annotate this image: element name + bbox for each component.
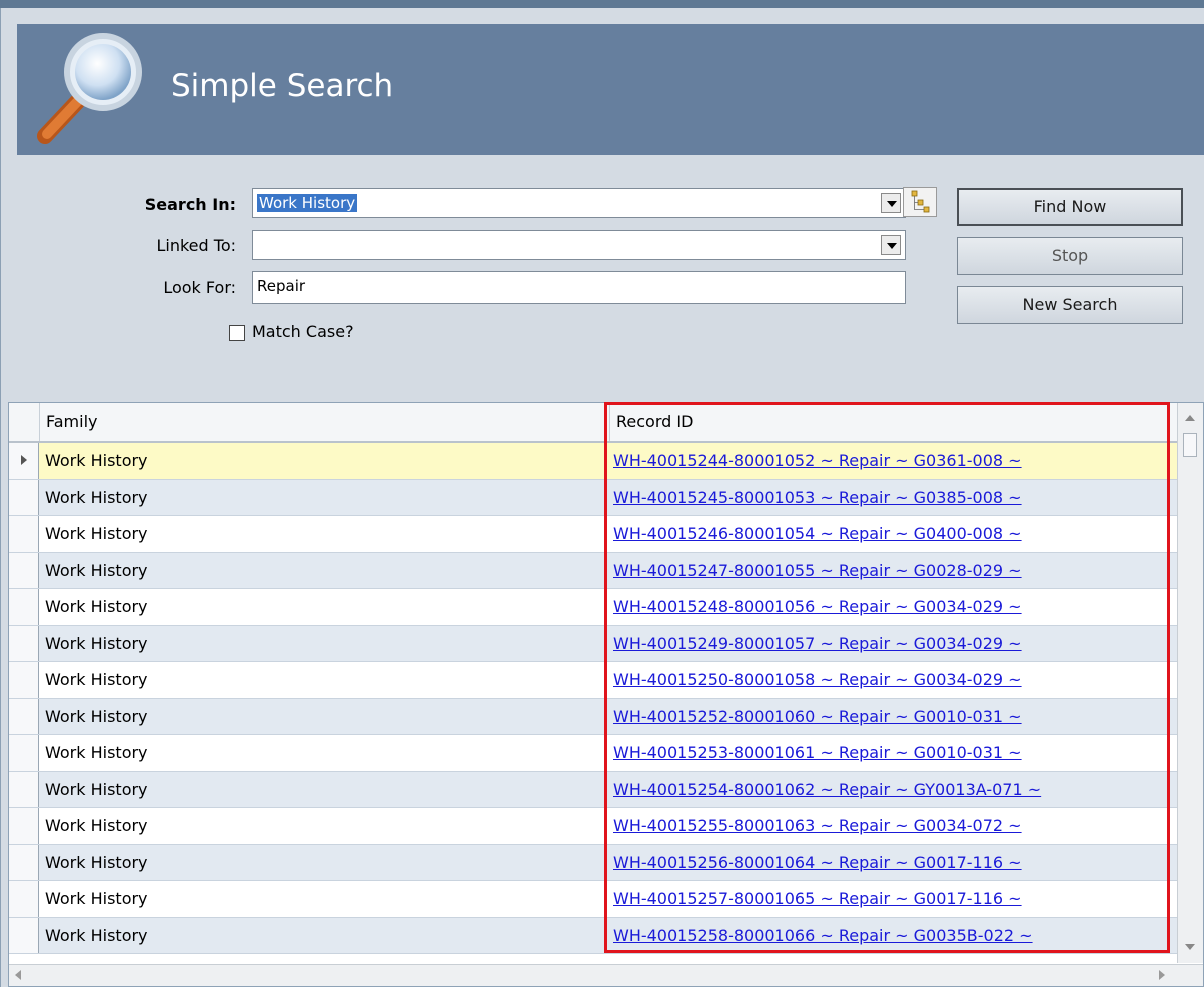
- row-selector[interactable]: [9, 479, 39, 515]
- table-row[interactable]: Work History WH-40015253-80001061 ~ Repai…: [9, 735, 1177, 772]
- table-row[interactable]: Work History WH-40015247-80001055 ~ Repai…: [9, 552, 1177, 589]
- table-row[interactable]: Work History WH-40015256-80001064 ~ Repai…: [9, 844, 1177, 881]
- grid-rows: Work History WH-40015244-80001052 ~ Repai…: [9, 443, 1177, 954]
- results-grid: Family Record ID Work History WH-40015244…: [8, 402, 1204, 987]
- look-for-label: Look For:: [163, 278, 236, 297]
- record-id-link[interactable]: WH-40015244-80001052 ~ Repair ~ G0361-00…: [613, 443, 1022, 479]
- scroll-left-icon[interactable]: [15, 970, 21, 980]
- linked-to-label: Linked To:: [156, 236, 236, 255]
- record-id-link[interactable]: WH-40015255-80001063 ~ Repair ~ G0034-07…: [613, 808, 1022, 844]
- row-selector[interactable]: [9, 698, 39, 734]
- column-header-family[interactable]: Family: [39, 403, 616, 441]
- row-selector[interactable]: [9, 662, 39, 698]
- header-banner: Simple Search: [17, 24, 1204, 155]
- row-selector[interactable]: [9, 844, 39, 880]
- grid-header: Family Record ID: [9, 403, 1177, 443]
- search-in-dropdown[interactable]: Work History: [252, 188, 906, 218]
- horizontal-scrollbar[interactable]: [9, 964, 1203, 986]
- row-selector[interactable]: [9, 516, 39, 552]
- row-selector[interactable]: [9, 808, 39, 844]
- cell-family: Work History: [45, 487, 148, 507]
- cell-family: Work History: [45, 889, 148, 908]
- record-id-link[interactable]: WH-40015250-80001058 ~ Repair ~ G0034-02…: [613, 662, 1022, 698]
- family-tree-button[interactable]: [903, 187, 937, 217]
- row-selector-arrow-icon[interactable]: [9, 443, 39, 479]
- chevron-down-icon[interactable]: [881, 235, 901, 255]
- scroll-right-icon[interactable]: [1159, 970, 1165, 980]
- table-row[interactable]: Work History WH-40015254-80001062 ~ Repai…: [9, 771, 1177, 808]
- table-row[interactable]: Work History WH-40015245-80001053 ~ Repai…: [9, 479, 1177, 516]
- table-row[interactable]: Work History WH-40015255-80001063 ~ Repai…: [9, 808, 1177, 845]
- column-header-record-id[interactable]: Record ID: [609, 403, 1176, 441]
- cell-family: Work History: [45, 597, 148, 616]
- search-in-label: Search In:: [144, 195, 236, 214]
- cell-family: Work History: [45, 816, 148, 835]
- table-row[interactable]: Work History WH-40015257-80001065 ~ Repai…: [9, 881, 1177, 918]
- scroll-down-icon[interactable]: [1181, 938, 1200, 957]
- table-row[interactable]: Work History WH-40015258-80001066 ~ Repai…: [9, 917, 1177, 954]
- row-selector[interactable]: [9, 881, 39, 917]
- magnifier-icon: [37, 33, 142, 144]
- linked-to-dropdown[interactable]: [252, 230, 906, 260]
- table-row[interactable]: Work History WH-40015249-80001057 ~ Repai…: [9, 625, 1177, 662]
- row-selector[interactable]: [9, 771, 39, 807]
- cell-family: Work History: [45, 743, 148, 762]
- cell-family: Work History: [45, 451, 148, 470]
- table-row[interactable]: Work History WH-40015244-80001052 ~ Repai…: [9, 443, 1177, 480]
- record-id-link[interactable]: WH-40015257-80001065 ~ Repair ~ G0017-11…: [613, 881, 1022, 917]
- record-id-link[interactable]: WH-40015252-80001060 ~ Repair ~ G0010-03…: [613, 699, 1022, 735]
- cell-family: Work History: [45, 706, 148, 726]
- window-top-border: [0, 0, 1204, 8]
- row-selector[interactable]: [9, 552, 39, 588]
- match-case-label: Match Case?: [252, 322, 354, 341]
- cell-family: Work History: [45, 852, 148, 872]
- record-id-link[interactable]: WH-40015253-80001061 ~ Repair ~ G0010-03…: [613, 735, 1022, 771]
- chevron-down-icon[interactable]: [881, 193, 901, 213]
- match-case-checkbox[interactable]: [229, 325, 245, 341]
- cell-family: Work History: [45, 633, 148, 653]
- vertical-scrollbar[interactable]: [1177, 403, 1203, 963]
- row-selector[interactable]: [9, 917, 39, 953]
- record-id-link[interactable]: WH-40015254-80001062 ~ Repair ~ GY0013A-…: [613, 772, 1041, 808]
- scroll-up-icon[interactable]: [1181, 409, 1200, 428]
- table-row[interactable]: Work History WH-40015246-80001054 ~ Repai…: [9, 516, 1177, 553]
- cell-family: Work History: [45, 925, 148, 945]
- record-id-link[interactable]: WH-40015256-80001064 ~ Repair ~ G0017-11…: [613, 845, 1022, 881]
- find-now-button[interactable]: Find Now: [957, 188, 1183, 226]
- table-row[interactable]: Work History WH-40015248-80001056 ~ Repai…: [9, 589, 1177, 626]
- hierarchy-icon: [911, 190, 930, 213]
- table-row[interactable]: Work History WH-40015250-80001058 ~ Repai…: [9, 662, 1177, 699]
- scroll-thumb[interactable]: [1183, 433, 1197, 457]
- record-id-link[interactable]: WH-40015248-80001056 ~ Repair ~ G0034-02…: [613, 589, 1022, 625]
- record-id-link[interactable]: WH-40015249-80001057 ~ Repair ~ G0034-02…: [613, 626, 1022, 662]
- page-title: Simple Search: [171, 68, 394, 104]
- search-in-value: Work History: [257, 194, 358, 212]
- stop-button[interactable]: Stop: [957, 237, 1183, 275]
- row-selector[interactable]: [9, 625, 39, 661]
- record-id-link[interactable]: WH-40015258-80001066 ~ Repair ~ G0035B-0…: [613, 918, 1033, 954]
- look-for-input[interactable]: Repair: [252, 271, 906, 304]
- row-selector[interactable]: [9, 735, 39, 771]
- table-row[interactable]: Work History WH-40015252-80001060 ~ Repai…: [9, 698, 1177, 735]
- record-id-link[interactable]: WH-40015245-80001053 ~ Repair ~ G0385-00…: [613, 480, 1022, 516]
- cell-family: Work History: [45, 670, 148, 689]
- cell-family: Work History: [45, 560, 148, 580]
- record-id-link[interactable]: WH-40015247-80001055 ~ Repair ~ G0028-02…: [613, 553, 1022, 589]
- cell-family: Work History: [45, 779, 148, 799]
- row-selector[interactable]: [9, 589, 39, 625]
- cell-family: Work History: [45, 524, 148, 543]
- new-search-button[interactable]: New Search: [957, 286, 1183, 324]
- record-id-link[interactable]: WH-40015246-80001054 ~ Repair ~ G0400-00…: [613, 516, 1022, 552]
